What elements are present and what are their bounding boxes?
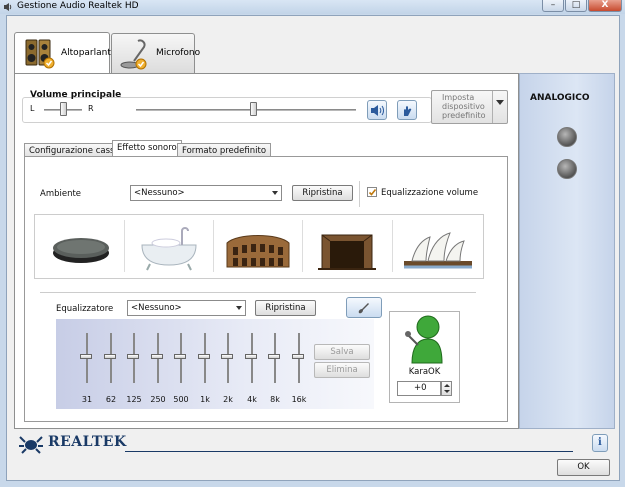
speaker-volume-icon xyxy=(371,105,384,116)
bathtub-preset-icon[interactable] xyxy=(130,217,208,275)
eq-band-thumb-1k[interactable] xyxy=(198,354,210,359)
eq-band-thumb-2k[interactable] xyxy=(221,354,233,359)
tab-speakers[interactable]: Altoparlanti xyxy=(14,32,114,74)
environment-select[interactable]: <Nessuno> xyxy=(130,185,282,201)
eq-band-label: 8k xyxy=(270,395,280,404)
karaok-value-input[interactable]: +0 xyxy=(397,381,441,396)
realtek-brand: REALTEK xyxy=(48,434,127,450)
balance-slider-thumb[interactable] xyxy=(60,102,67,116)
delete-button[interactable]: Elimina xyxy=(314,362,370,378)
divider xyxy=(213,220,214,272)
info-button[interactable]: i xyxy=(592,434,608,452)
eq-band-thumb-31[interactable] xyxy=(80,354,92,359)
eq-band-label: 2k xyxy=(223,395,233,404)
audio-settings-button[interactable] xyxy=(397,100,417,120)
eq-band-thumb-8k[interactable] xyxy=(268,354,280,359)
eq-band-label: 4k xyxy=(247,395,257,404)
guitar-icon xyxy=(358,303,369,314)
ok-button[interactable]: OK xyxy=(557,459,610,476)
close-button[interactable]: X xyxy=(588,0,622,12)
connector-panel-title: ANALOGICO xyxy=(530,93,590,103)
eq-band-label: 31 xyxy=(81,395,93,404)
guitar-eq-button[interactable] xyxy=(346,297,382,318)
environment-reset-button[interactable]: Ripristina xyxy=(292,185,353,201)
eq-volume-label: Equalizzazione volume xyxy=(381,188,479,198)
eq-band-label: 500 xyxy=(173,395,189,404)
divider xyxy=(359,181,360,207)
tab-speaker-config[interactable]: Configurazione casse xyxy=(24,143,125,156)
microphone-icon xyxy=(120,39,147,70)
opera-house-preset-icon[interactable] xyxy=(398,217,476,275)
volume-label: Volume principale xyxy=(30,90,122,100)
maximize-button[interactable]: □ xyxy=(565,0,587,12)
environment-label: Ambiente xyxy=(40,189,82,199)
minimize-button[interactable]: – xyxy=(542,0,564,12)
colosseum-preset-icon[interactable] xyxy=(219,217,297,275)
eq-band-label: 1k xyxy=(200,395,210,404)
speaker-app-icon xyxy=(4,3,12,11)
set-default-line3: predefinito xyxy=(442,111,486,120)
divider xyxy=(392,220,393,272)
analog-jack-1[interactable] xyxy=(557,127,577,147)
set-default-device-button[interactable]: Imposta dispositivo predefinito xyxy=(431,90,508,124)
analog-jack-2[interactable] xyxy=(557,159,577,179)
eq-band-thumb-62[interactable] xyxy=(104,354,116,359)
eq-band-label: 125 xyxy=(126,395,142,404)
eq-band-label: 16k xyxy=(291,395,307,404)
divider xyxy=(124,220,125,272)
window-title: Gestione Audio Realtek HD xyxy=(17,1,139,11)
karaok-singer-icon xyxy=(405,315,443,364)
chevron-down-icon xyxy=(496,100,504,105)
divider xyxy=(125,451,573,452)
eq-band-thumb-4k[interactable] xyxy=(245,354,257,359)
karaok-label: KaraOK xyxy=(408,367,441,377)
balance-left-label: L xyxy=(30,104,35,113)
stone-room-preset-icon[interactable] xyxy=(308,217,386,275)
eq-band-thumb-125[interactable] xyxy=(127,354,139,359)
tab-speakers-label: Altoparlanti xyxy=(61,48,114,58)
spin-up-icon[interactable] xyxy=(444,384,450,387)
eq-band-thumb-250[interactable] xyxy=(151,354,163,359)
divider xyxy=(40,292,476,293)
disc-preset-icon[interactable] xyxy=(42,217,120,275)
split-divider xyxy=(492,91,493,123)
divider xyxy=(302,220,303,272)
mute-button[interactable] xyxy=(367,100,387,120)
karaok-spinner[interactable] xyxy=(441,381,452,396)
balance-right-label: R xyxy=(88,104,94,113)
eq-band-thumb-16k[interactable] xyxy=(292,354,304,359)
spin-down-icon[interactable] xyxy=(444,390,450,393)
master-volume-slider[interactable] xyxy=(136,109,356,111)
eq-band-label: 250 xyxy=(150,395,166,404)
eq-band-thumb-500[interactable] xyxy=(174,354,186,359)
eq-band-label: 62 xyxy=(105,395,117,404)
realtek-crab-logo xyxy=(19,436,43,454)
save-button[interactable]: Salva xyxy=(314,344,370,360)
chevron-down-icon xyxy=(272,191,278,195)
equalizer-reset-button[interactable]: Ripristina xyxy=(255,300,316,316)
equalizer-select[interactable]: <Nessuno> xyxy=(127,300,246,316)
environment-select-value: <Nessuno> xyxy=(134,188,185,198)
hand-settings-icon xyxy=(404,106,412,116)
equalizer-label: Equalizzatore xyxy=(56,304,114,314)
tab-microphone[interactable]: Microfono xyxy=(111,33,200,73)
eq-volume-checkbox[interactable] xyxy=(367,187,377,197)
checkmark-icon xyxy=(368,189,377,196)
equalizer-select-value: <Nessuno> xyxy=(131,303,182,313)
info-icon: i xyxy=(598,437,602,448)
tab-microphone-label: Microfono xyxy=(156,48,201,58)
master-volume-slider-thumb[interactable] xyxy=(249,102,257,116)
tab-default-format[interactable]: Formato predefinito xyxy=(177,143,272,156)
speakers-icon xyxy=(25,39,55,69)
chevron-down-icon xyxy=(236,306,242,310)
